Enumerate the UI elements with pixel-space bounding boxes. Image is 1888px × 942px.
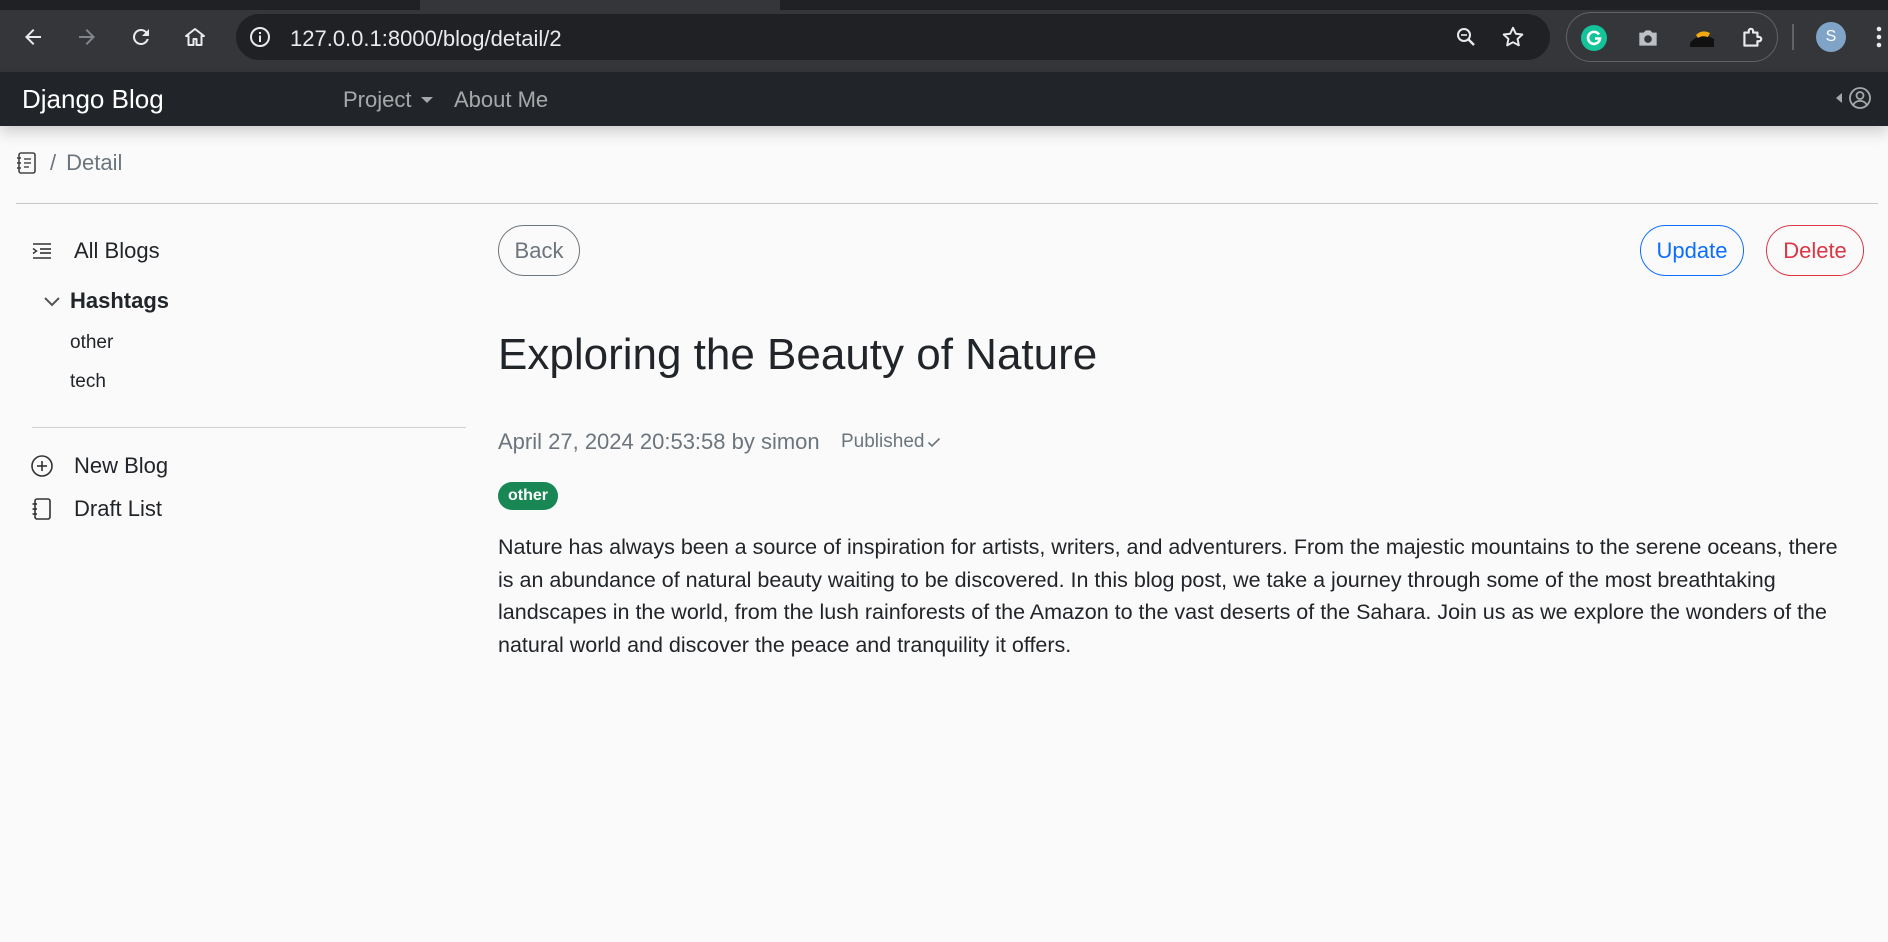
plus-circle-icon xyxy=(30,454,54,478)
check-icon xyxy=(928,437,941,448)
profile-avatar[interactable]: S xyxy=(1816,22,1846,52)
divider xyxy=(16,203,1878,204)
status-badge: Published xyxy=(841,431,942,453)
breadcrumb-separator: / xyxy=(50,150,57,175)
menu-icon[interactable] xyxy=(1870,22,1888,52)
sidebar-item-label: All Blogs xyxy=(74,238,160,263)
update-button[interactable]: Update xyxy=(1640,225,1744,276)
journal-icon xyxy=(30,497,54,521)
extension-image-icon[interactable] xyxy=(1687,23,1717,53)
star-icon[interactable] xyxy=(1500,24,1526,50)
user-circle-icon xyxy=(1849,87,1871,109)
reload-icon[interactable] xyxy=(124,20,158,54)
url-text[interactable]: 127.0.0.1:8000/blog/detail/2 xyxy=(290,26,562,52)
post-title: Exploring the Beauty of Nature xyxy=(498,330,1098,379)
zoom-icon[interactable] xyxy=(1454,25,1478,49)
url-path: :8000/blog/detail/2 xyxy=(381,26,562,51)
caret-down-icon xyxy=(421,97,434,103)
breadcrumb: / Detail xyxy=(16,150,122,176)
url-host: 127.0.0.1 xyxy=(290,26,382,51)
hashtags-label: Hashtags xyxy=(70,288,170,313)
browser-toolbar: 127.0.0.1:8000/blog/detail/2 S xyxy=(0,0,1888,72)
post-tag-badge[interactable]: other xyxy=(498,482,558,510)
camera-icon[interactable] xyxy=(1633,23,1663,53)
sidebar-item-label: Draft List xyxy=(74,496,163,521)
sidebar-item-all-blogs[interactable]: All Blogs xyxy=(30,238,160,264)
info-icon[interactable] xyxy=(248,25,272,49)
delete-button[interactable]: Delete xyxy=(1766,225,1864,276)
back-arrow-icon[interactable] xyxy=(16,20,50,54)
breadcrumb-current: Detail xyxy=(66,150,123,175)
nav-project-dropdown[interactable]: Project xyxy=(343,87,434,113)
hashtags-toggle[interactable]: Hashtags xyxy=(42,288,169,314)
home-icon[interactable] xyxy=(178,20,212,54)
sidebar-item-new-blog[interactable]: New Blog xyxy=(30,453,168,479)
address-bar[interactable]: 127.0.0.1:8000/blog/detail/2 xyxy=(236,14,1550,60)
extensions-group xyxy=(1566,12,1778,62)
nav-about-me[interactable]: About Me xyxy=(454,87,548,113)
forward-arrow-icon[interactable] xyxy=(70,20,104,54)
brand-link[interactable]: Django Blog xyxy=(22,84,164,115)
post-meta: April 27, 2024 20:53:58 by simon xyxy=(498,429,820,454)
chevron-down-icon xyxy=(44,297,60,307)
nav-project-label: Project xyxy=(343,87,412,112)
puzzle-icon[interactable] xyxy=(1737,23,1767,53)
caret-left-icon xyxy=(1836,93,1842,103)
grammarly-icon[interactable] xyxy=(1579,23,1609,53)
journal-icon[interactable] xyxy=(16,151,38,175)
list-indent-icon xyxy=(30,239,54,263)
sidebar-item-draft-list[interactable]: Draft List xyxy=(30,496,162,522)
toolbar-separator xyxy=(1792,24,1794,50)
post-body: Nature has always been a source of inspi… xyxy=(498,535,1838,657)
site-navbar: Django Blog Project About Me xyxy=(0,72,1888,126)
hashtag-link-tech[interactable]: tech xyxy=(70,371,106,393)
hashtag-link-other[interactable]: other xyxy=(70,332,113,354)
tab-strip xyxy=(0,0,1888,10)
active-tab[interactable] xyxy=(420,0,780,10)
status-label: Published xyxy=(841,431,925,452)
back-button[interactable]: Back xyxy=(498,225,580,276)
sidebar-item-label: New Blog xyxy=(74,453,169,478)
sidebar-divider xyxy=(32,427,466,428)
user-dropdown[interactable] xyxy=(1836,86,1872,110)
